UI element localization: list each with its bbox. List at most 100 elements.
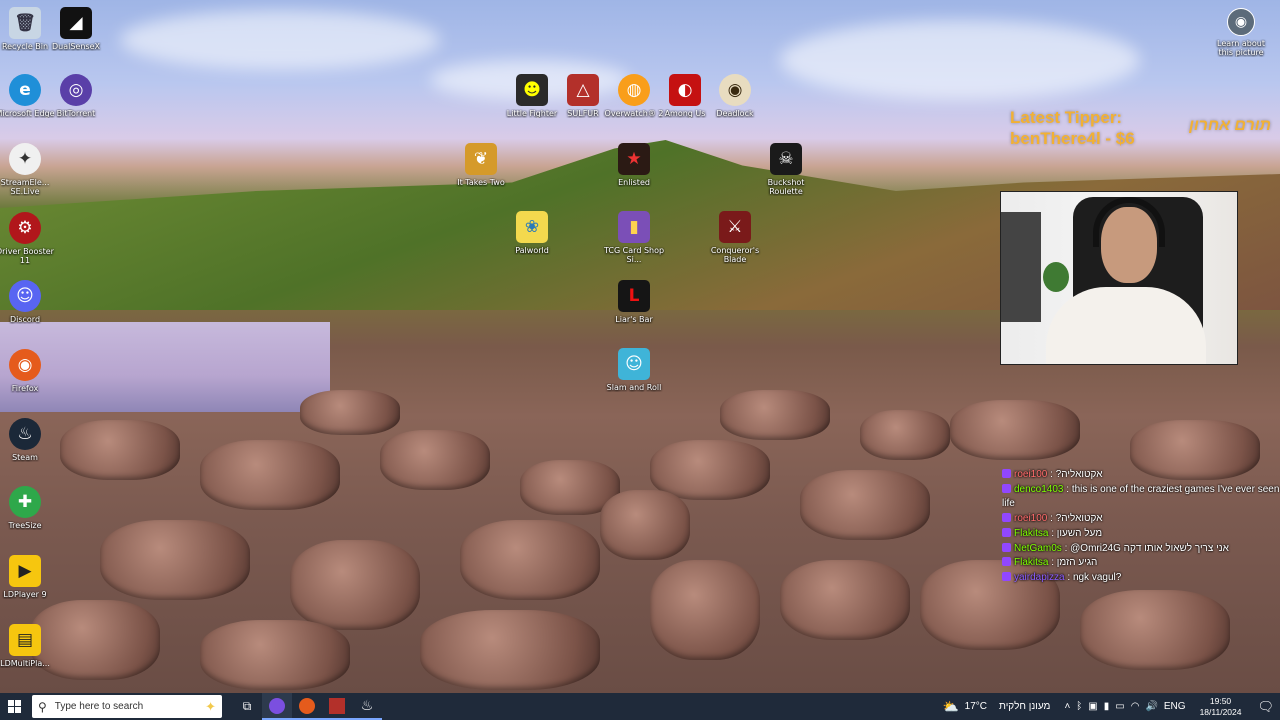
desktop-icon-treesize[interactable]: ✚ TreeSize [0,486,56,530]
desktop-icon-discord[interactable]: ☺ Discord [0,280,56,324]
game-icon [329,697,345,714]
start-button[interactable] [0,693,30,720]
desktop-icon-enlisted[interactable]: ★ Enlisted [603,143,665,187]
desktop-icon-dualsensex[interactable]: ◢ DualSenseX [45,7,107,51]
desktop-icon-tcg-card-shop[interactable]: ▮ TCG Card Shop Si... [603,211,665,264]
chat-username: roei100 [1014,469,1048,480]
twitch-badge-icon [1002,483,1011,493]
webcam-person-body [1046,287,1206,364]
tcg-card-shop-icon: ▮ [618,211,650,243]
tipper-hebrew-label: תורם אחרון [1188,117,1271,134]
webcam-overlay [1000,191,1238,365]
desktop-icon-ldmultiplayer[interactable]: ▤ LDMultiPla... [0,624,56,668]
clock-date: 18/11/2024 [1199,706,1242,717]
chat-text: הגיע הזמן [1056,557,1098,569]
webcam-plant [1043,262,1069,292]
twitch-badge-icon [1002,469,1011,478]
chat-message: Flakitsa : מעל השעון [1002,527,1280,542]
search-placeholder: Type here to search [54,701,144,712]
firefox-icon: ◉ [9,349,41,381]
chat-username: Flakitsa [1014,557,1049,569]
desktop-icon-palworld[interactable]: ❀ Palworld [501,211,563,255]
taskbar-search-box[interactable]: ⚲ Type here to search ✦ [32,695,222,718]
chat-message: denco1403 : this is one of the craziest … [1002,483,1280,498]
sulfur-icon: △ [567,74,599,106]
task-view-icon: ⧉ [242,699,252,713]
ldplayer-icon: ▶ [9,555,41,587]
show-hidden-icons-icon[interactable]: ˄ [1064,701,1070,712]
recycle-bin-icon: 🗑 [9,7,41,39]
learn-about-picture-icon: ◉ [1227,8,1255,36]
palworld-icon: ❀ [516,211,548,243]
volume-icon[interactable]: 🔊 [1145,701,1157,712]
task-view-button[interactable]: ⧉ [232,693,262,720]
chat-text: ngk vagul? [1072,571,1122,583]
driver-booster-icon: ⚙ [9,212,41,244]
twitch-badge-icon [1002,557,1011,567]
chat-message: Flakitsa : הגיע הזמן [1002,556,1280,571]
taskbar: ⚲ Type here to search ✦ ⧉ ♨ ⛅ 17°C מעונן… [0,693,1280,720]
chat-username: yairdapizza [1014,571,1065,583]
streamelements-icon: ✦ [9,143,41,175]
notifications-icon[interactable]: 🗨 [1257,699,1274,715]
webcam-monitor [1001,212,1041,322]
discord-icon: ☺ [9,280,41,312]
chat-message: roei100 : ?אקטואליה [1002,468,1280,483]
twitch-badge-icon [1002,542,1011,552]
overwatch-icon: ◍ [618,74,650,106]
clock-time: 19:50 [1209,695,1232,706]
desktop-icon-slam-and-roll[interactable]: ☺ Slam and Roll [603,348,665,392]
desktop-icon-steam[interactable]: ♨ Steam [0,418,56,462]
desktop-icon-firefox[interactable]: ◉ Firefox [0,349,56,393]
slam-and-roll-icon: ☺ [618,348,650,380]
desktop-icon-liars-bar[interactable]: L Liar's Bar [603,280,665,324]
system-tray: ⛅ 17°C מעונן חלקית ˄ ᛒ ▣ ▮ ▭ ◠ 🔊 ENG 19:… [942,693,1280,720]
chat-message-continued: life [1002,497,1280,512]
chat-message: NetGam0s : @Omri24G אני צריך לשאול אותו … [1002,542,1280,557]
chat-text: ?אקטואליה [1055,469,1103,480]
steam-icon: ♨ [9,418,41,450]
among-us-icon: ◐ [669,74,701,106]
bluetooth-icon[interactable]: ᛒ [1076,701,1082,712]
desktop-icon-it-takes-two[interactable]: ❦ It Takes Two [450,143,512,187]
network-tray-icon[interactable]: ▣ [1088,701,1097,712]
chat-text: מעל השעון [1056,527,1103,539]
desktop-icon-bittorrent[interactable]: ◎ BitTorrent [45,74,107,118]
it-takes-two-icon: ❦ [465,143,497,175]
taskbar-app-streamlabs[interactable] [262,693,292,720]
chat-text: life [1002,498,1015,510]
chat-message: yairdapizza : ngk vagul? [1002,571,1280,586]
display-icon[interactable]: ▭ [1115,701,1124,712]
taskbar-app-game[interactable] [322,693,352,720]
desktop-icon-learn-about-picture[interactable]: ◉ Learn about this picture [1210,8,1272,57]
weather-description[interactable]: מעונן חלקית [999,701,1050,712]
search-icon: ⚲ [38,699,47,714]
microphone-icon[interactable]: ▮ [1104,701,1110,712]
bittorrent-icon: ◎ [60,74,92,106]
chat-username: NetGam0s [1014,542,1062,554]
input-language[interactable]: ENG [1164,701,1186,712]
desktop-icon-streamelements[interactable]: ✦ StreamEle... SE.Live [0,143,56,196]
ldmultiplayer-icon: ▤ [9,624,41,656]
liars-bar-icon: L [618,280,650,312]
twitch-badge-icon [1002,571,1011,581]
conquerors-blade-icon: ⚔ [719,211,751,243]
dualsensex-icon: ◢ [60,7,92,39]
chat-text: this is one of the craziest games I've e… [1071,483,1280,495]
desktop-icon-driver-booster[interactable]: ⚙ Driver Booster 11 [0,212,56,265]
buckshot-roulette-icon: ☠ [770,143,802,175]
desktop-icon-deadlock[interactable]: ◉ Deadlock [704,74,766,118]
weather-icon[interactable]: ⛅ [942,699,958,715]
desktop-icon-buckshot-roulette[interactable]: ☠ Buckshot Roulette [755,143,817,196]
steam-icon: ♨ [360,697,374,713]
taskbar-clock[interactable]: 19:50 18/11/2024 [1200,696,1242,718]
twitch-badge-icon [1002,527,1011,537]
desktop-icon-conquerors-blade[interactable]: ⚔ Conqueror's Blade [704,211,766,264]
weather-temperature[interactable]: 17°C [965,701,987,712]
chat-username: Flakitsa [1014,527,1049,539]
chat-username: roei100 [1014,513,1048,525]
wifi-icon[interactable]: ◠ [1131,701,1140,712]
taskbar-app-firefox[interactable] [292,693,322,720]
taskbar-app-steam[interactable]: ♨ [352,693,382,720]
desktop-icon-ldplayer[interactable]: ▶ LDPlayer 9 [0,555,56,599]
